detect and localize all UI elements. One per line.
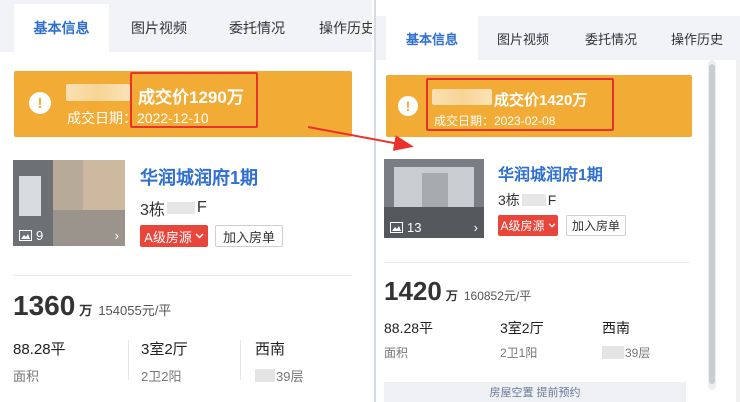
floor-info: 39层 xyxy=(602,344,650,361)
chevron-down-icon xyxy=(195,233,204,239)
add-to-list-button[interactable]: 加入房单 xyxy=(215,225,283,247)
layout-detail: 2卫1阳 xyxy=(500,346,538,360)
area-value: 88.28平 xyxy=(384,320,434,336)
building-suffix: F xyxy=(547,192,557,208)
area-stat: 88.28平 面积 xyxy=(13,338,66,385)
tab-photos-videos[interactable]: 图片视频 xyxy=(478,16,568,60)
layout-value: 3室2厅 xyxy=(500,320,544,336)
photo-count-label: 9 xyxy=(36,228,44,243)
unit-price: 154055元/平 xyxy=(98,303,172,318)
grade-badge-label: A级房源 xyxy=(500,219,545,233)
floor-info: 39层 xyxy=(255,366,303,385)
photo-count: 13 xyxy=(390,220,421,235)
floor-label: 39层 xyxy=(276,369,304,384)
warning-icon: ! xyxy=(29,92,51,114)
orientation-value: 西南 xyxy=(255,341,286,358)
layout-detail: 2卫2阳 xyxy=(141,369,182,384)
tab-basic-info[interactable]: 基本信息 xyxy=(14,4,109,52)
photo-icon xyxy=(19,230,32,241)
tab-photos-videos[interactable]: 图片视频 xyxy=(109,4,209,52)
highlight-box xyxy=(130,72,258,128)
chevron-down-icon xyxy=(548,223,555,228)
floor-label: 39层 xyxy=(625,346,651,360)
price-unit: 万 xyxy=(79,303,93,318)
project-name[interactable]: 华润城润府1期 xyxy=(498,161,603,185)
orientation-stat: 西南 39层 xyxy=(602,318,650,361)
building-prefix: 3栋 xyxy=(498,192,520,208)
column-separator xyxy=(240,340,241,380)
project-name[interactable]: 华润城润府1期 xyxy=(140,164,258,190)
building-prefix: 3栋 xyxy=(140,202,165,219)
area-label: 面积 xyxy=(13,369,40,384)
masked-text xyxy=(66,84,130,101)
scrollbar-thumb[interactable] xyxy=(709,64,715,384)
tab-bar: 基本信息 图片视频 委托情况 操作历史 xyxy=(376,16,740,60)
tab-commission[interactable]: 委托情况 xyxy=(568,16,654,60)
divider xyxy=(384,262,690,263)
chevron-right-icon: › xyxy=(473,220,478,235)
highlight-box xyxy=(426,78,614,131)
building-info: 3栋 F xyxy=(140,196,207,220)
area-stat: 88.28平 面积 xyxy=(384,318,433,361)
total-price-value: 1420 xyxy=(384,276,442,306)
divider xyxy=(13,275,352,276)
photo-count-label: 13 xyxy=(407,220,422,235)
total-price: 1420 万 160852元/平 xyxy=(384,276,531,307)
property-photo[interactable]: 9 › xyxy=(13,160,125,246)
photo-icon xyxy=(390,222,403,233)
grade-badge[interactable]: A级房源 xyxy=(140,225,208,247)
warning-icon: ! xyxy=(398,96,418,116)
unit-price: 160852元/平 xyxy=(463,289,532,303)
area-label: 面积 xyxy=(384,346,409,360)
layout-stat: 3室2厅 2卫1阳 xyxy=(500,318,544,361)
grade-badge[interactable]: A级房源 xyxy=(498,215,558,236)
listing-panel-after: 基本信息 图片视频 委托情况 操作历史 ! 成交价1420万 成交日期：2023… xyxy=(374,0,740,402)
grade-badge-label: A级房源 xyxy=(144,229,192,245)
orientation-stat: 西南 39层 xyxy=(255,338,303,385)
listing-panel-before: 基本信息 图片视频 委托情况 操作历史 ! 成交价1290万 成交日期：2022… xyxy=(0,0,372,402)
vacancy-notice[interactable]: 房屋空置 提前预约 xyxy=(384,382,686,402)
total-price-value: 1360 xyxy=(13,290,76,321)
page-edge xyxy=(736,60,740,402)
price-unit: 万 xyxy=(445,289,458,303)
chevron-right-icon: › xyxy=(114,228,119,243)
tab-commission[interactable]: 委托情况 xyxy=(209,4,305,52)
add-to-list-button[interactable]: 加入房单 xyxy=(566,215,626,236)
tab-basic-info[interactable]: 基本信息 xyxy=(386,16,478,60)
area-value: 88.28平 xyxy=(13,341,66,358)
orientation-value: 西南 xyxy=(602,320,630,336)
photo-count: 9 xyxy=(19,228,43,243)
tab-operation-history[interactable]: 操作历史 xyxy=(305,4,372,52)
building-suffix: F xyxy=(196,199,207,216)
tab-bar: 基本信息 图片视频 委托情况 操作历史 xyxy=(0,0,372,52)
column-separator xyxy=(128,340,129,380)
layout-value: 3室2厅 xyxy=(141,341,188,358)
total-price: 1360 万 154055元/平 xyxy=(13,290,171,322)
layout-stat: 3室2厅 2卫2阳 xyxy=(141,338,188,385)
tab-operation-history[interactable]: 操作历史 xyxy=(654,16,740,60)
property-photo[interactable]: 13 › xyxy=(384,159,484,238)
building-info: 3栋 F xyxy=(498,190,556,210)
